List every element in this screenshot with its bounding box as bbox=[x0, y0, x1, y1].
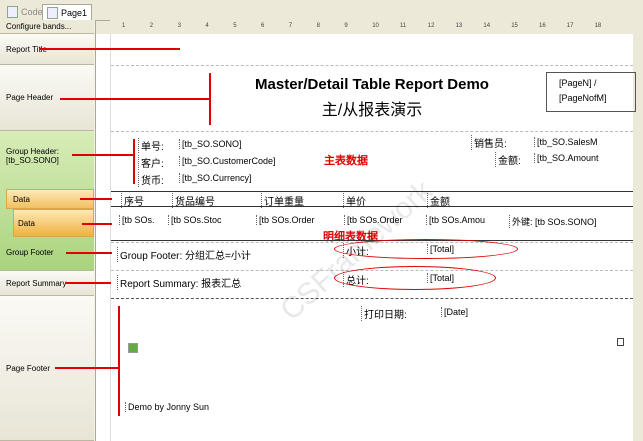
column-header: 订单重量 bbox=[261, 193, 304, 208]
tab-bar: Code Page1 bbox=[0, 0, 643, 21]
ruler-tick: 10 bbox=[372, 23, 379, 29]
ruler-tick: 1 bbox=[122, 23, 125, 29]
image-icon[interactable] bbox=[128, 343, 138, 353]
ruler-tick: 14 bbox=[483, 23, 490, 29]
ruler-tick: 4 bbox=[205, 23, 208, 29]
column-header: 序号 bbox=[121, 193, 144, 208]
group-footer-label[interactable]: Group Footer: 分组汇总=小计 bbox=[117, 247, 251, 262]
ruler-tick: 12 bbox=[428, 23, 435, 29]
field-sono[interactable]: [tb_SO.SONO] bbox=[179, 139, 242, 149]
code-icon bbox=[7, 6, 18, 18]
ruler-tick: 8 bbox=[317, 23, 320, 29]
tab-label: Page1 bbox=[61, 8, 87, 18]
ruler-tick: 9 bbox=[344, 23, 347, 29]
tab-label: Code bbox=[21, 7, 43, 17]
tab-page1[interactable]: Page1 bbox=[42, 4, 92, 20]
ruler-tick: 5 bbox=[233, 23, 236, 29]
label-salesman: 销售员: bbox=[471, 135, 507, 150]
report-canvas: Master/Detail Table Report Demo 主/从报表演示 … bbox=[111, 34, 633, 441]
ruler-tick: 6 bbox=[261, 23, 264, 29]
detail-cell[interactable]: [tb SOs.Order bbox=[256, 215, 315, 225]
ruler-tick: 16 bbox=[539, 23, 546, 29]
detail-cell[interactable]: [tb SOs. bbox=[119, 215, 155, 225]
detail-cell[interactable]: [tb SOs.Stoc bbox=[168, 215, 222, 225]
horizontal-ruler: 123456789101112131415161718 bbox=[110, 20, 643, 34]
label-amount: 金额: bbox=[495, 152, 521, 167]
detail-cell[interactable]: [tb SOs.Amou bbox=[426, 215, 485, 225]
arrow-right-icon[interactable] bbox=[617, 338, 624, 346]
page-icon bbox=[47, 7, 58, 19]
ruler-tick: 18 bbox=[595, 23, 602, 29]
ruler-tick: 17 bbox=[567, 23, 574, 29]
tab-code[interactable]: Code bbox=[3, 4, 47, 19]
field-amount[interactable]: [tb_SO.Amount bbox=[534, 153, 599, 163]
field-salesman[interactable]: [tb_SO.SalesM bbox=[534, 137, 598, 147]
date-field[interactable]: [Date] bbox=[441, 307, 468, 317]
page-n-of-m: [PageNofM] bbox=[559, 93, 623, 103]
configure-bands-button[interactable]: Configure bands... bbox=[0, 20, 94, 34]
column-header: 单价 bbox=[343, 193, 366, 208]
ruler-tick: 7 bbox=[289, 23, 292, 29]
page-n: [PageN] / bbox=[559, 78, 623, 88]
label-customer: 客户: bbox=[138, 155, 164, 170]
band-panel: Configure bands... Report Title Page Hea… bbox=[0, 20, 96, 441]
page-number-box: [PageN] / [PageNofM] bbox=[546, 72, 636, 112]
vertical-ruler bbox=[96, 34, 111, 441]
report-summary-label[interactable]: Report Summary: 报表汇总 bbox=[117, 275, 241, 290]
column-header: 货品编号 bbox=[172, 193, 215, 208]
master-data-note: 主表数据 bbox=[324, 152, 368, 168]
detail-cell[interactable]: 外键: [tb SOs.SONO] bbox=[509, 215, 597, 228]
field-currency[interactable]: [tb_SO.Currency] bbox=[179, 173, 252, 183]
label-currency: 货币: bbox=[138, 172, 164, 187]
ruler-tick: 2 bbox=[150, 23, 153, 29]
ruler-tick: 13 bbox=[456, 23, 463, 29]
label-sono: 单号: bbox=[138, 138, 164, 153]
ruler-tick: 15 bbox=[511, 23, 518, 29]
print-date-label: 打印日期: bbox=[361, 306, 407, 321]
ruler-tick: 11 bbox=[400, 23, 406, 29]
field-customer[interactable]: [tb_SO.CustomerCode] bbox=[179, 156, 276, 166]
author-text[interactable]: Demo by Jonny Sun bbox=[125, 402, 209, 412]
ruler-tick: 3 bbox=[178, 23, 181, 29]
